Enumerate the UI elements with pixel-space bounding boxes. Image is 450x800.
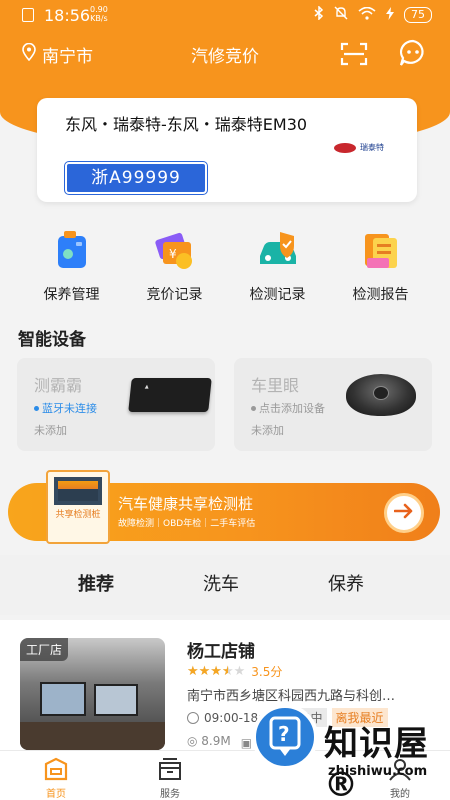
device-name: 测霸霸 [34, 376, 83, 395]
clock-icon [187, 711, 199, 724]
quick-action-label: 检测报告 [352, 287, 409, 303]
quick-action-label: 检测记录 [249, 287, 306, 303]
device-card-chelyan[interactable]: 车里眼 点击添加设备 未添加 [234, 358, 432, 451]
obd-device-image: ▲ [128, 378, 212, 412]
distance-text: ◎ 8.9M [187, 734, 231, 748]
quick-action-bid-record[interactable]: ¥ 竞价记录 [123, 228, 226, 308]
nav-service[interactable]: 服务 [140, 757, 200, 800]
status-dot [34, 405, 39, 411]
distance-value: 8.9M [201, 734, 231, 748]
device-status-text: 点击添加设备 [259, 402, 325, 415]
camera-lens-icon [373, 386, 389, 400]
device-status: 蓝牙未连接 [34, 400, 97, 416]
message-icon[interactable] [398, 39, 428, 67]
brand-logo-text: 瑞泰特 [360, 143, 384, 152]
maintenance-icon [50, 228, 94, 272]
device-card-cebaba[interactable]: 测霸霸 蓝牙未连接 未添加 ▲ [17, 358, 215, 451]
bid-record-icon: ¥ [153, 228, 197, 272]
obd-device-brand-mark: ▲ [144, 384, 150, 390]
nav-home[interactable]: 首页 [26, 757, 86, 800]
arrow-right-icon [393, 503, 414, 523]
quick-action-maintenance[interactable]: 保养管理 [20, 228, 123, 308]
shop-type-tag: 工厂店 [20, 638, 69, 661]
top-nav: 南宁市 汽修竞价 [0, 36, 450, 72]
sim-icon [22, 8, 34, 22]
kiosk-text: 共享检测桩 [55, 510, 101, 520]
kiosk-screen [54, 477, 102, 505]
network-speed-unit: KB/s [90, 14, 108, 23]
shop-rating: ★★★★★★★★★★ 3.5分 [187, 663, 282, 680]
quick-actions: 保养管理 ¥ 竞价记录 检测记录 检测报告 [0, 228, 450, 308]
smart-devices-title: 智能设备 [18, 330, 86, 350]
photo-monitor [40, 682, 86, 716]
license-plate[interactable]: 浙A99999 [64, 161, 208, 195]
watermark-text: 知识屋® [324, 724, 429, 800]
device-status: 点击添加设备 [251, 400, 325, 416]
shop-address: 南宁市西乡塘区科园西九路与科创… [187, 689, 396, 704]
banner-title: 汽车健康共享检测桩 [118, 495, 254, 513]
home-icon [43, 757, 69, 781]
star-rating-icon: ★★★★★★★★★★ [187, 664, 246, 679]
banner-subtitle: 故障检测｜OBD年检｜二手车评估 [118, 519, 256, 529]
inspection-report-icon [359, 228, 403, 272]
watermark-question-icon: ? [252, 704, 318, 770]
vehicle-name: 东风・瑞泰特-东风・瑞泰特EM30 [65, 115, 308, 134]
device-status-text: 蓝牙未连接 [42, 402, 97, 415]
banner-arrow-button[interactable] [384, 493, 424, 533]
network-speed: 0.90 KB/s [90, 5, 108, 23]
device-note: 未添加 [251, 424, 284, 437]
network-speed-value: 0.90 [90, 5, 108, 14]
brand-emblem-icon [334, 142, 356, 153]
inspection-record-icon [256, 228, 300, 272]
bluetooth-icon [314, 5, 324, 24]
quick-action-label: 竞价记录 [146, 287, 203, 303]
star-rating-fill: ★★★★★ [187, 664, 228, 679]
charging-icon [386, 6, 394, 24]
scan-icon[interactable] [340, 42, 368, 66]
svg-text:?: ? [278, 722, 290, 746]
photo-monitor [94, 684, 138, 716]
shop-name: 杨工店铺 [187, 642, 255, 662]
mute-bell-icon [334, 6, 348, 24]
status-time: 18:56 [44, 6, 91, 25]
shop-photo: 工厂店 [20, 638, 165, 750]
svg-text:¥: ¥ [169, 247, 177, 261]
watermark-overlay: ? 知识屋® zhishiwu.com [252, 704, 450, 800]
device-name: 车里眼 [251, 376, 300, 395]
quick-action-inspection-report[interactable]: 检测报告 [329, 228, 432, 308]
tab-car-wash[interactable]: 洗车 [203, 570, 239, 596]
dashcam-device-image [346, 374, 416, 416]
nav-home-label: 首页 [46, 789, 66, 800]
tab-recommend[interactable]: 推荐 [70, 570, 132, 596]
nav-service-label: 服务 [160, 789, 180, 800]
watermark-domain: zhishiwu.com [328, 764, 428, 779]
kiosk-image: 共享检测桩 [46, 470, 110, 544]
brand-logo: 瑞泰特 [334, 142, 384, 153]
category-tabs: 推荐 洗车 保养 [0, 555, 450, 615]
vehicle-card[interactable]: 东风・瑞泰特-东风・瑞泰特EM30 浙A99999 瑞泰特 [37, 98, 417, 202]
tab-maintenance[interactable]: 保养 [328, 570, 364, 596]
photo-desk [20, 722, 165, 750]
battery-indicator: 75 [404, 7, 432, 23]
status-bar: 18:56 0.90 KB/s 75 [0, 0, 450, 30]
quick-action-label: 保养管理 [43, 287, 100, 303]
device-note: 未添加 [34, 424, 67, 437]
status-dot [251, 405, 256, 411]
service-icon [157, 757, 183, 781]
rating-text: 3.5分 [251, 665, 283, 679]
page-title: 汽修竞价 [191, 47, 259, 67]
wifi-icon [358, 6, 376, 24]
quick-action-inspection-record[interactable]: 检测记录 [226, 228, 329, 308]
